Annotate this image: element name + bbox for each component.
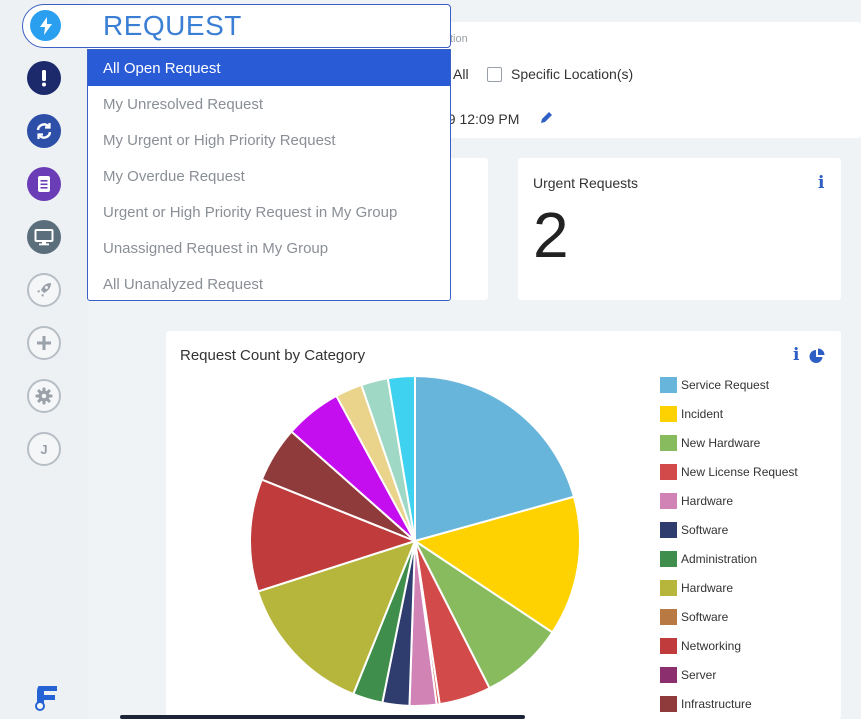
menu-item[interactable]: All Unanalyzed Request	[88, 266, 450, 302]
legend-label: Hardware	[681, 494, 734, 508]
location-label: tion	[450, 33, 468, 45]
pie-chart	[249, 374, 581, 707]
urgent-requests-count[interactable]: 2	[533, 198, 569, 272]
legend-swatch	[660, 493, 677, 509]
legend-item[interactable]: Server	[660, 667, 716, 683]
legend-label: Incident	[681, 407, 724, 421]
legend-swatch	[660, 551, 677, 567]
info-icon[interactable]: i	[818, 173, 824, 193]
nav-user-button[interactable]: J	[27, 432, 61, 466]
nav-change-button[interactable]	[27, 114, 61, 148]
legend-swatch	[660, 638, 677, 654]
legend-label: New License Request	[681, 465, 798, 479]
book-icon	[38, 176, 50, 192]
legend-swatch	[660, 696, 677, 712]
legend-label: Infrastructure	[681, 697, 752, 711]
menu-item[interactable]: Urgent or High Priority Request in My Gr…	[88, 194, 450, 230]
freshservice-logo-icon	[35, 686, 57, 711]
legend-label: Software	[681, 610, 729, 624]
request-filter-menu: All Open Request My Unresolved Request My …	[87, 49, 451, 301]
legend-item[interactable]: Administration	[660, 551, 757, 567]
legend-item[interactable]: Networking	[660, 638, 741, 654]
user-initial-icon: J	[40, 441, 48, 457]
legend-label: Server	[681, 668, 717, 682]
legend-swatch	[660, 522, 677, 538]
rocket-icon	[37, 283, 51, 297]
pie-chart-icon[interactable]	[809, 348, 825, 364]
category-chart-widget: Request Count by Category i Service Requ…	[166, 331, 841, 719]
legend-swatch	[660, 580, 677, 596]
legend-item[interactable]: Software	[660, 522, 728, 538]
menu-item[interactable]: My Unresolved Request	[88, 86, 450, 122]
legend-label: Software	[681, 523, 729, 537]
legend-swatch	[660, 667, 677, 683]
menu-item[interactable]: All Open Request	[88, 50, 450, 86]
menu-item[interactable]: Unassigned Request in My Group	[88, 230, 450, 266]
urgent-requests-title: Urgent Requests	[533, 175, 639, 191]
legend-item[interactable]: New Hardware	[660, 435, 760, 451]
lightning-icon	[30, 10, 61, 41]
legend-swatch	[660, 435, 677, 451]
legend-item[interactable]: Software	[660, 609, 728, 625]
sidebar: J	[0, 0, 88, 719]
legend-swatch	[660, 609, 677, 625]
legend-swatch	[660, 377, 677, 393]
nav-problem-button[interactable]	[27, 61, 61, 95]
nav-knowledge-button[interactable]	[27, 167, 61, 201]
legend-item[interactable]: Service Request	[660, 377, 769, 393]
legend-item[interactable]: Hardware	[660, 493, 733, 509]
module-switcher[interactable]: REQUEST	[22, 4, 451, 48]
menu-item[interactable]: My Overdue Request	[88, 158, 450, 194]
specific-location-label[interactable]: Specific Location(s)	[511, 66, 633, 82]
horizontal-scrollbar[interactable]	[120, 715, 525, 719]
nav-settings-button[interactable]	[27, 379, 61, 413]
legend-label: Hardware	[681, 581, 734, 595]
date-range-text: 19 12:09 PM	[440, 111, 520, 127]
legend-item[interactable]: Incident	[660, 406, 723, 422]
location-all-option[interactable]: All	[453, 66, 469, 82]
legend-label: Administration	[681, 552, 758, 566]
legend-item[interactable]: New License Request	[660, 464, 798, 480]
nav-assets-button[interactable]	[27, 220, 61, 254]
legend-item[interactable]: Hardware	[660, 580, 733, 596]
legend-label: Networking	[681, 639, 742, 653]
legend-label: Service Request	[681, 378, 770, 392]
legend-label: New Hardware	[681, 436, 761, 450]
pencil-icon[interactable]	[540, 111, 553, 124]
gear-icon	[35, 387, 53, 405]
module-title: REQUEST	[103, 10, 242, 41]
legend-swatch	[660, 406, 677, 422]
info-icon[interactable]: i	[793, 345, 799, 365]
menu-item[interactable]: My Urgent or High Priority Request	[88, 122, 450, 158]
specific-location-checkbox[interactable]	[487, 67, 502, 82]
monitor-icon	[34, 229, 54, 246]
urgent-requests-widget: Urgent Requests 2 i	[518, 158, 841, 300]
legend-swatch	[660, 464, 677, 480]
refresh-icon	[36, 123, 52, 139]
nav-release-button[interactable]	[27, 273, 61, 307]
nav-create-button[interactable]	[27, 326, 61, 360]
legend-item[interactable]: Infrastructure	[660, 696, 752, 712]
plus-icon	[37, 336, 51, 350]
exclamation-icon	[42, 70, 46, 87]
